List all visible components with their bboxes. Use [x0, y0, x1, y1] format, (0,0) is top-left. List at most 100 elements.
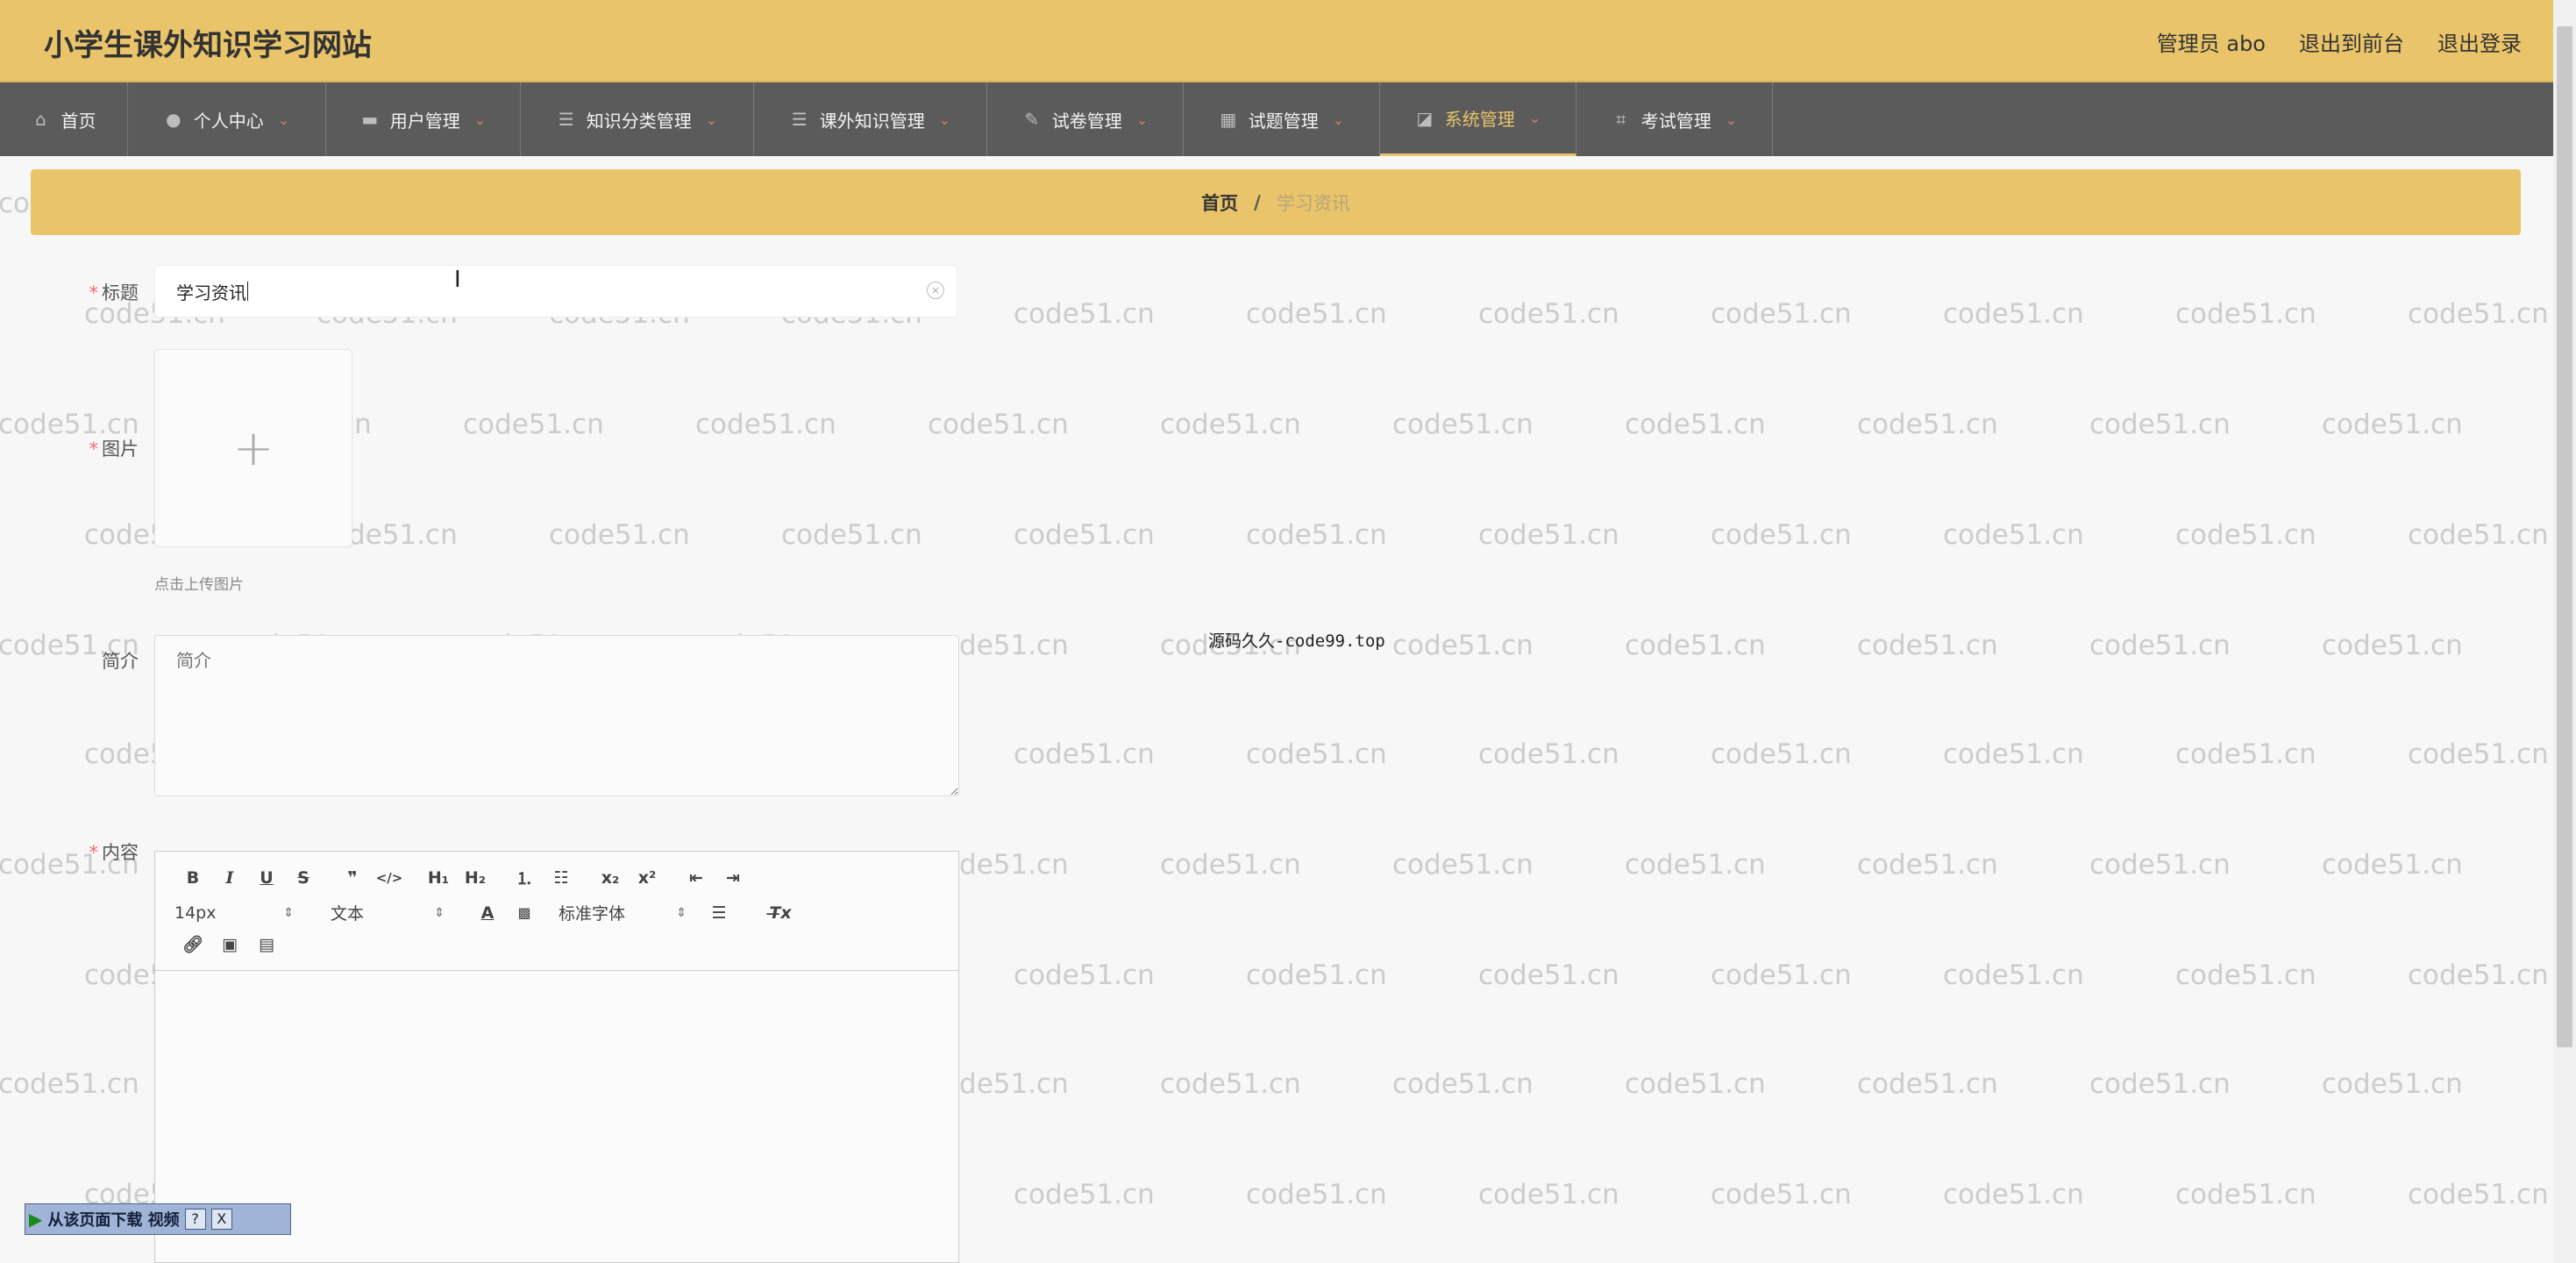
goto-front-link[interactable]: 退出到前台	[2299, 26, 2404, 57]
code-block-icon[interactable]: </>	[371, 870, 408, 886]
nav-item-questions[interactable]: ▦ 试题管理 ⌄	[1184, 82, 1380, 156]
indent-icon[interactable]: ⇥	[715, 868, 751, 888]
watermark-text: code51.cn	[0, 1068, 139, 1100]
superscript-icon[interactable]: x²	[629, 868, 665, 888]
font-family-select[interactable]: 标准字体 ⇕	[559, 901, 687, 924]
toolbar-row-3: 🔗︎ ▣ ▤	[174, 934, 285, 955]
watermark-text: code51.cn	[1711, 739, 1852, 770]
crop-icon: ⌗	[1616, 109, 1626, 130]
font-size-value: 14px	[174, 903, 217, 923]
block-type-select[interactable]: 文本 ⇕	[331, 901, 445, 924]
watermark-text: code51.cn	[1857, 409, 1998, 440]
watermark-text: code51.cn	[1478, 960, 1619, 991]
chart-icon: ◪	[1416, 107, 1434, 129]
i-beam-cursor-icon: I	[454, 267, 461, 293]
main-nav: ⌂ 首页 ● 个人中心 ⌄ ▬ 用户管理 ⌄ ☰ 知识分类管理 ⌄ ☰ 课外知识…	[0, 82, 2553, 156]
heading-2-icon[interactable]: H₂	[457, 868, 494, 888]
content-label-text: 内容	[102, 842, 139, 863]
video-icon[interactable]: ▤	[248, 935, 285, 954]
watermark-text: code51.cn	[1478, 739, 1619, 770]
rich-text-editor: B I U S ❞ </> H₁ H₂ ⒈ ☷ x₂ x² ⇤ ⇥ 14px ⇕ …	[154, 851, 959, 1263]
link-icon[interactable]: 🔗︎	[174, 934, 211, 954]
nav-item-users[interactable]: ▬ 用户管理 ⌄	[326, 82, 521, 156]
download-video-bar[interactable]: ▶ 从该页面下载 视频 ? X	[25, 1203, 291, 1235]
watermark-text: code51.cn	[1711, 1179, 1852, 1210]
underline-icon[interactable]: U	[248, 868, 285, 888]
strikethrough-icon[interactable]: S	[285, 868, 322, 888]
nav-item-label: 考试管理	[1640, 110, 1711, 132]
ordered-list-icon[interactable]: ⒈	[506, 866, 543, 889]
watermark-text: code51.cn	[1478, 519, 1619, 551]
nav-item-extra-knowledge[interactable]: ☰ 课外知识管理 ⌄	[754, 82, 987, 156]
nav-item-system[interactable]: ◪ 系统管理 ⌄	[1380, 82, 1576, 156]
logout-link[interactable]: 退出登录	[2437, 26, 2522, 57]
select-arrows-icon: ⇕	[676, 905, 687, 920]
breadcrumb-separator: /	[1254, 191, 1261, 213]
watermark-text: code51.cn	[2408, 519, 2549, 551]
upload-tip: 点击上传图片	[154, 576, 244, 594]
text-caret	[247, 282, 248, 301]
title-input[interactable]: 学习资讯 ×	[154, 265, 957, 318]
watermark-text: code51.cn	[2175, 739, 2316, 770]
image-label: * 图片	[68, 435, 139, 461]
watermark-text: code51.cn	[1711, 298, 1852, 330]
watermark-text: code51.cn	[695, 409, 836, 440]
edit-icon: ✎	[1024, 109, 1040, 130]
image-upload-box[interactable]: +	[154, 349, 352, 547]
close-button[interactable]: X	[210, 1209, 232, 1230]
bullet-list-icon[interactable]: ☷	[543, 868, 580, 888]
chevron-down-icon: ⌄	[1332, 111, 1345, 128]
plus-icon: +	[232, 419, 274, 477]
watermark-text: code51.cn	[1478, 1179, 1619, 1210]
scrollbar-thumb[interactable]	[2557, 26, 2572, 1047]
breadcrumb-home[interactable]: 首页	[1201, 189, 1238, 216]
list-icon: ☰	[558, 109, 574, 130]
watermark-text: code51.cn	[1943, 1179, 2084, 1210]
page-scrollbar[interactable]	[2553, 0, 2576, 1263]
nav-item-profile[interactable]: ● 个人中心 ⌄	[128, 82, 326, 156]
user-icon: ●	[166, 109, 181, 130]
watermark-text: code51.cn	[1625, 630, 1766, 661]
help-button[interactable]: ?	[184, 1209, 206, 1230]
watermark-text: code51.cn	[1625, 1068, 1766, 1100]
watermark-text: code51.cn	[1014, 519, 1155, 551]
heading-1-icon[interactable]: H₁	[420, 868, 457, 888]
outdent-icon[interactable]: ⇤	[678, 868, 715, 888]
chevron-down-icon: ⌄	[473, 111, 487, 128]
italic-icon[interactable]: I	[211, 868, 248, 888]
blockquote-icon[interactable]: ❞	[334, 868, 371, 888]
align-icon[interactable]: ☰	[701, 903, 737, 923]
watermark-text: code51.cn	[2322, 1068, 2463, 1100]
editor-toolbar: B I U S ❞ </> H₁ H₂ ⒈ ☷ x₂ x² ⇤ ⇥ 14px ⇕ …	[155, 852, 958, 971]
nav-item-label: 知识分类管理	[586, 110, 692, 132]
chevron-down-icon: ⌄	[1135, 111, 1149, 128]
watermark-text: code51.cn	[1246, 739, 1387, 770]
intro-textarea[interactable]	[154, 635, 959, 796]
nav-item-home[interactable]: ⌂ 首页	[0, 82, 128, 156]
watermark-text: code51.cn	[1625, 409, 1766, 440]
subscript-icon[interactable]: x₂	[592, 868, 629, 888]
nav-item-papers[interactable]: ✎ 试卷管理 ⌄	[987, 82, 1184, 156]
watermark-text: code51.cn	[1943, 739, 2084, 770]
background-color-icon[interactable]: ▩	[506, 904, 543, 921]
watermark-text: code51.cn	[1246, 519, 1387, 551]
header-links: 管理员 abo 退出到前台 退出登录	[2157, 26, 2522, 57]
center-note-text: 源码久久-code99.top	[1208, 632, 1385, 651]
watermark-text: code51.cn	[1392, 1068, 1534, 1100]
required-mark: *	[89, 842, 99, 863]
nav-item-knowledge-category[interactable]: ☰ 知识分类管理 ⌄	[521, 82, 754, 156]
font-color-icon[interactable]: A	[469, 903, 506, 923]
download-video-label[interactable]: 从该页面下载 视频	[47, 1208, 179, 1231]
watermark-text: code51.cn	[2322, 849, 2463, 881]
font-size-select[interactable]: 14px ⇕	[174, 903, 294, 923]
image-icon[interactable]: ▣	[211, 935, 248, 954]
bold-icon[interactable]: B	[174, 868, 211, 888]
watermark-text: code51.cn	[2175, 298, 2316, 330]
nav-item-label: 课外知识管理	[819, 110, 925, 132]
watermark-text: code51.cn	[1392, 409, 1534, 440]
toolbar-row-2: 14px ⇕ 文本 ⇕ A ▩ 标准字体 ⇕ ☰ T̶x	[174, 901, 799, 924]
watermark-text: code51.cn	[2322, 409, 2463, 440]
clear-format-icon[interactable]: T̶x	[762, 903, 799, 923]
nav-item-exams[interactable]: ⌗ 考试管理 ⌄	[1576, 82, 1773, 156]
clear-icon[interactable]: ×	[927, 282, 944, 299]
